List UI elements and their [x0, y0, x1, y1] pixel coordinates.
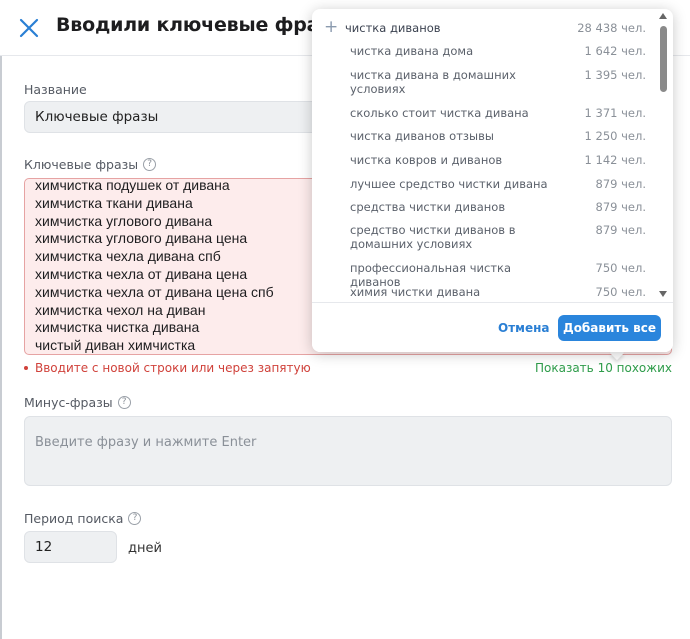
period-unit: дней: [128, 541, 162, 556]
suggestions-scrollbar[interactable]: [659, 9, 671, 301]
help-icon[interactable]: ?: [117, 396, 131, 409]
close-button[interactable]: [16, 15, 42, 41]
name-input[interactable]: Ключевые фразы: [24, 101, 344, 133]
keyword-line: химчистка углового дивана цена: [35, 230, 248, 247]
close-icon: [19, 18, 39, 38]
error-dot-icon: [24, 366, 28, 370]
keyword-line: химчистка чехла от дивана цена: [35, 265, 248, 282]
help-icon[interactable]: ?: [143, 158, 157, 171]
keywords-label: Ключевые фразы ?: [24, 157, 157, 172]
popup-footer: Отмена Добавить все: [312, 302, 673, 352]
show-similar-link[interactable]: Показать 10 похожих: [535, 361, 672, 375]
keyword-line: химчистка углового дивана: [35, 212, 213, 229]
scroll-down-arrow-icon[interactable]: [659, 291, 667, 297]
window-edge: [0, 0, 2, 639]
scroll-up-arrow-icon[interactable]: [659, 13, 667, 19]
help-icon[interactable]: ?: [128, 512, 142, 525]
keyword-line: химчистка чистка дивана: [35, 319, 200, 336]
keyword-line: химчистка чехол на диван: [35, 301, 206, 318]
page-title: Вводили ключевые фразы: [56, 14, 348, 36]
cancel-button[interactable]: Отмена: [498, 321, 550, 335]
keyword-line: химчистка подушек от дивана: [35, 178, 230, 193]
keyword-line: чистый диван химчистка: [35, 337, 196, 354]
keyword-line: химчистка чехла от дивана цена спб: [35, 283, 274, 300]
keyword-line: химчистка ткани дивана: [35, 194, 193, 211]
minus-phrases-input[interactable]: Введите фразу и нажмите Enter: [24, 416, 672, 486]
plus-icon[interactable]: +: [324, 19, 338, 36]
period-label: Период поиска ?: [24, 511, 142, 526]
keywords-error: Вводите с новой строки или через запятую: [24, 361, 311, 375]
suggestions-popup: + чистка диванов 28 438 чел. чистка дива…: [312, 9, 673, 352]
minus-label: Минус-фразы ?: [24, 395, 131, 410]
minus-placeholder: Введите фразу и нажмите Enter: [35, 435, 257, 450]
keyword-line: химчистка чехла дивана спб: [35, 248, 221, 265]
keywords-list: химчистка подушек от дивана химчистка тк…: [35, 178, 274, 354]
scroll-thumb[interactable]: [660, 26, 667, 92]
name-label: Название: [24, 82, 87, 97]
suggestions-list: + чистка диванов 28 438 чел. чистка дива…: [324, 17, 646, 300]
add-all-button[interactable]: Добавить все: [558, 315, 661, 341]
period-input[interactable]: 12: [24, 531, 117, 563]
